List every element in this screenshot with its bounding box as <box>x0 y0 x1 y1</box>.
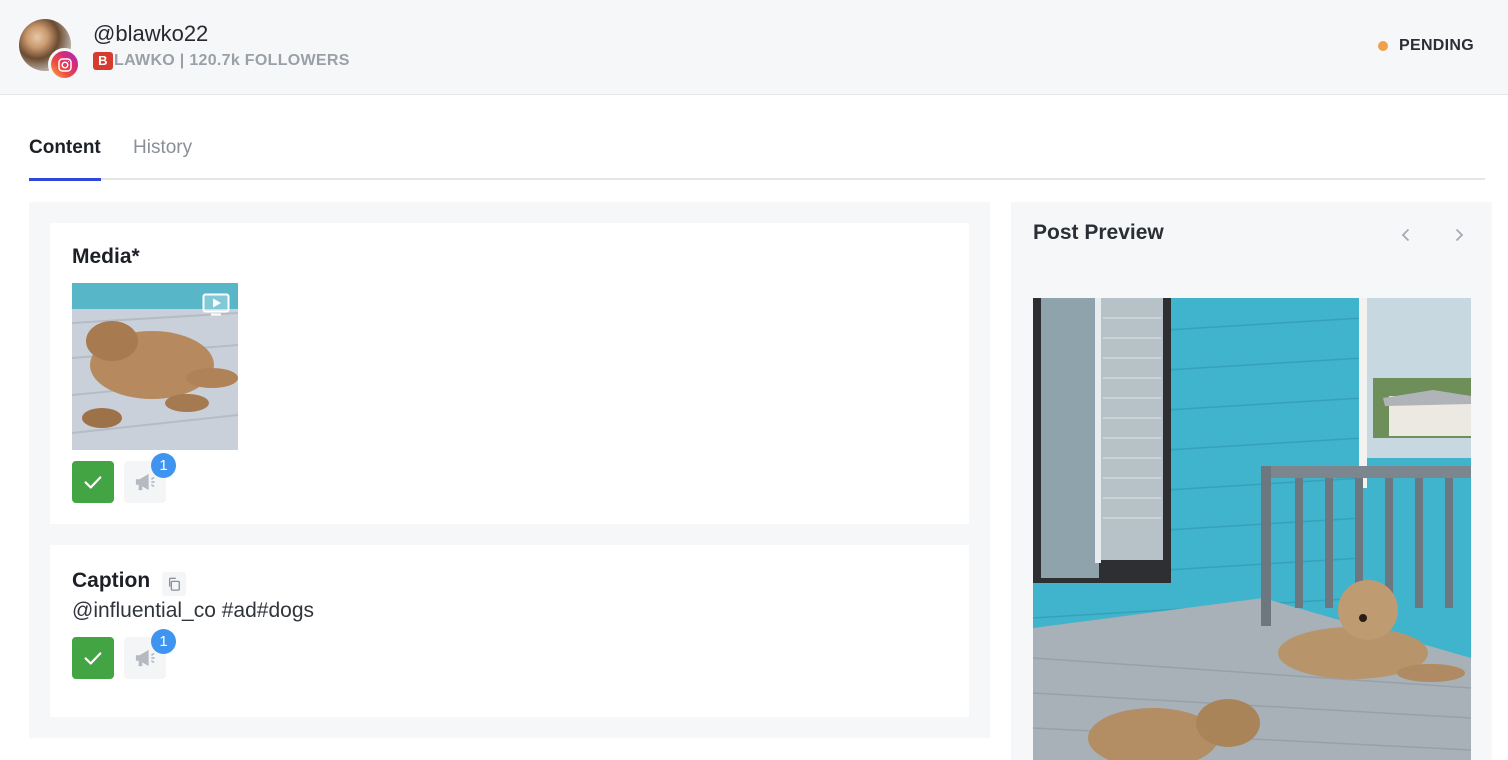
chevron-right-icon <box>1455 228 1464 242</box>
creator-handle[interactable]: @blawko22 <box>93 21 208 47</box>
instagram-icon <box>48 48 81 81</box>
tab-bar: Content History <box>29 125 1485 181</box>
check-icon <box>84 652 102 665</box>
megaphone-icon <box>135 649 155 667</box>
media-thumbnail[interactable] <box>72 283 238 450</box>
media-title: Media* <box>72 245 140 268</box>
approve-media-button[interactable] <box>72 461 114 503</box>
caption-title: Caption <box>72 569 151 592</box>
video-play-icon <box>202 293 230 317</box>
check-icon <box>84 476 102 489</box>
status-dot-icon <box>1378 41 1388 51</box>
caption-text: @influential_co #ad#dogs <box>72 599 314 622</box>
media-card: Media* 1 <box>50 223 969 524</box>
profile-header: @blawko22 B LAWKO | 120.7k FOLLOWERS PEN… <box>0 0 1508 95</box>
preview-prev-button[interactable] <box>1395 224 1417 246</box>
caption-card: Caption @influential_co #ad#dogs 1 <box>50 545 969 717</box>
tab-history[interactable]: History <box>133 137 192 180</box>
avatar-group[interactable] <box>19 19 81 81</box>
creator-subtitle: B LAWKO | 120.7k FOLLOWERS <box>93 52 350 70</box>
caption-feedback-count-badge: 1 <box>151 629 176 654</box>
media-feedback-count-badge: 1 <box>151 453 176 478</box>
copy-icon[interactable] <box>162 572 186 596</box>
brand-logo-icon: B <box>93 52 113 70</box>
post-preview-title: Post Preview <box>1033 221 1164 244</box>
content-panel: Media* 1 Caption @influential_co #ad#dog… <box>29 202 990 738</box>
approve-caption-button[interactable] <box>72 637 114 679</box>
status-label: PENDING <box>1399 37 1474 54</box>
chevron-left-icon <box>1401 228 1410 242</box>
tab-content[interactable]: Content <box>29 137 101 181</box>
creator-followers: LAWKO | 120.7k FOLLOWERS <box>114 52 350 69</box>
post-preview-panel: Post Preview <box>1011 202 1492 760</box>
megaphone-icon <box>135 473 155 491</box>
post-preview-image[interactable] <box>1033 298 1471 760</box>
status-badge: PENDING <box>1378 37 1474 55</box>
preview-next-button[interactable] <box>1448 224 1470 246</box>
